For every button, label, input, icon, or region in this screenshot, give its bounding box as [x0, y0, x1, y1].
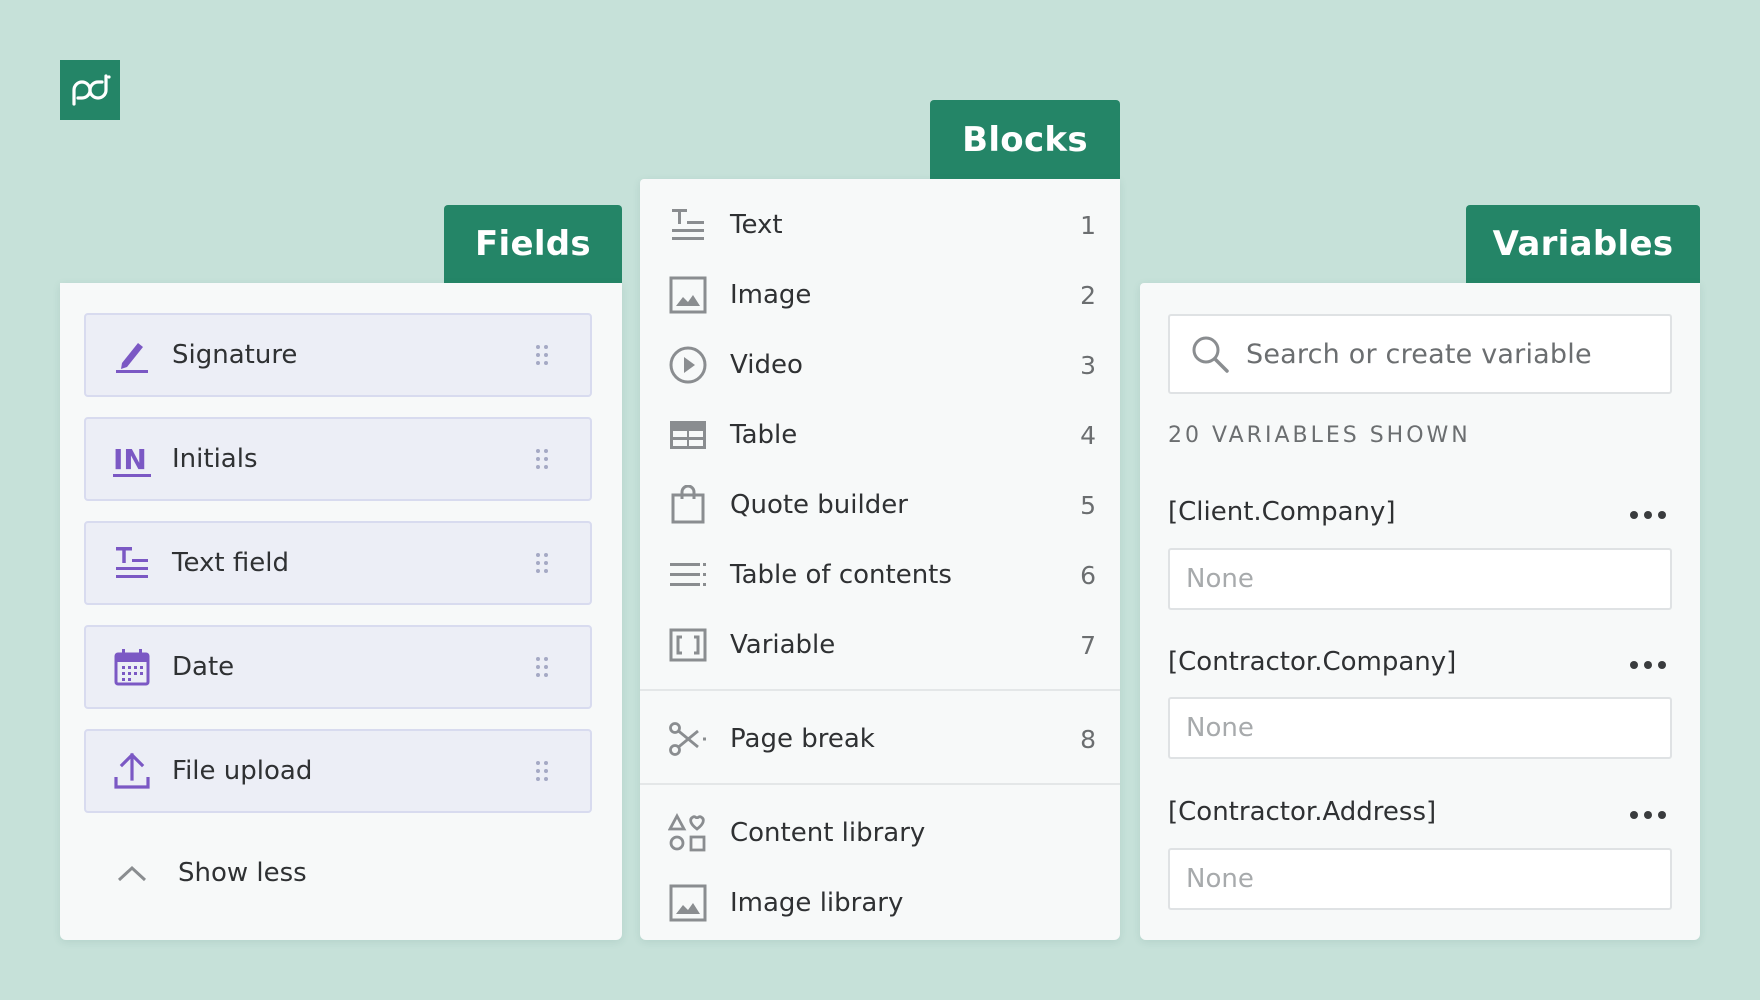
block-item-image-library[interactable]: Image library: [640, 873, 1120, 933]
shopping-bag-icon: [668, 485, 708, 525]
field-label: Text field: [172, 548, 289, 578]
fields-panel: Signature IN Initials Text field Date Fi…: [60, 283, 622, 940]
text-icon: [668, 205, 708, 245]
variables-panel: Search or create variable 20 VARIABLES S…: [1140, 283, 1700, 940]
tab-blocks-label: Blocks: [962, 119, 1088, 160]
block-shortcut: 5: [1080, 490, 1096, 520]
field-item-file-upload[interactable]: File upload: [84, 729, 592, 813]
variables-count: 20 VARIABLES SHOWN: [1168, 423, 1471, 448]
variable-value: None: [1186, 864, 1254, 894]
tab-variables[interactable]: Variables: [1466, 205, 1700, 283]
table-of-contents-icon: [668, 555, 708, 595]
upload-icon: [112, 751, 152, 791]
variable-value: None: [1186, 564, 1254, 594]
block-label: Table: [730, 420, 798, 450]
variable-value-input[interactable]: None: [1168, 848, 1672, 910]
block-item-page-break[interactable]: Page break 8: [640, 709, 1120, 769]
drag-handle-icon[interactable]: [534, 759, 550, 783]
block-shortcut: 8: [1080, 724, 1096, 754]
block-label: Image library: [730, 888, 904, 918]
block-item-text[interactable]: Text 1: [640, 195, 1120, 255]
block-label: Page break: [730, 724, 875, 754]
divider: [640, 689, 1120, 691]
svg-text:IN: IN: [113, 443, 147, 476]
block-label: Quote builder: [730, 490, 908, 520]
scissors-icon: [668, 719, 708, 759]
field-item-signature[interactable]: Signature: [84, 313, 592, 397]
block-label: Content library: [730, 818, 926, 848]
block-shortcut: 4: [1080, 420, 1096, 450]
signature-pen-icon: [112, 335, 152, 375]
variable-name: [Contractor.Company]: [1168, 647, 1457, 677]
chevron-up-icon: [117, 865, 147, 882]
block-shortcut: 3: [1080, 350, 1096, 380]
drag-handle-icon[interactable]: [534, 551, 550, 575]
variable-name: [Client.Company]: [1168, 497, 1396, 527]
table-icon: [668, 415, 708, 455]
block-shortcut: 1: [1080, 210, 1096, 240]
variable-name: [Contractor.Address]: [1168, 797, 1437, 827]
pandadoc-logo-icon: [72, 74, 111, 106]
text-field-icon: [112, 543, 152, 583]
block-label: Image: [730, 280, 812, 310]
tab-fields[interactable]: Fields: [444, 205, 622, 283]
field-label: Date: [172, 652, 235, 682]
block-item-video[interactable]: Video 3: [640, 335, 1120, 395]
tab-fields-label: Fields: [475, 224, 591, 264]
block-label: Text: [730, 210, 783, 240]
calendar-icon: [112, 647, 152, 687]
image-icon: [668, 275, 708, 315]
variable-value-input[interactable]: None: [1168, 697, 1672, 759]
block-shortcut: 7: [1080, 630, 1096, 660]
block-label: Table of contents: [730, 560, 952, 590]
block-item-quote-builder[interactable]: Quote builder 5: [640, 475, 1120, 535]
tab-variables-label: Variables: [1492, 224, 1674, 264]
field-label: Signature: [172, 340, 298, 370]
block-item-table[interactable]: Table 4: [640, 405, 1120, 465]
shapes-icon: [668, 813, 708, 853]
more-options-icon[interactable]: [1630, 505, 1666, 525]
block-item-content-library[interactable]: Content library: [640, 803, 1120, 863]
search-icon: [1192, 336, 1229, 373]
image-library-icon: [668, 883, 708, 923]
variable-value: None: [1186, 713, 1254, 743]
show-less-button[interactable]: Show less: [116, 853, 307, 893]
block-shortcut: 6: [1080, 560, 1096, 590]
divider: [640, 783, 1120, 785]
variable-value-input[interactable]: None: [1168, 548, 1672, 610]
tab-blocks[interactable]: Blocks: [930, 100, 1120, 179]
field-item-date[interactable]: Date: [84, 625, 592, 709]
video-play-icon: [668, 345, 708, 385]
block-label: Variable: [730, 630, 836, 660]
field-item-initials[interactable]: IN Initials: [84, 417, 592, 501]
block-shortcut: 2: [1080, 280, 1096, 310]
blocks-panel: Text 1 Image 2 Video 3 Table 4 Quote bui…: [640, 179, 1120, 940]
block-label: Video: [730, 350, 803, 380]
search-placeholder: Search or create variable: [1246, 338, 1592, 370]
drag-handle-icon[interactable]: [534, 655, 550, 679]
brand-logo: [60, 60, 120, 120]
show-less-label: Show less: [178, 858, 307, 888]
variable-brackets-icon: [668, 625, 708, 665]
block-item-table-of-contents[interactable]: Table of contents 6: [640, 545, 1120, 605]
drag-handle-icon[interactable]: [534, 447, 550, 471]
more-options-icon[interactable]: [1630, 805, 1666, 825]
more-options-icon[interactable]: [1630, 655, 1666, 675]
field-item-text-field[interactable]: Text field: [84, 521, 592, 605]
field-label: Initials: [172, 444, 258, 474]
variable-search-input[interactable]: Search or create variable: [1168, 314, 1672, 394]
field-label: File upload: [172, 756, 313, 786]
block-item-variable[interactable]: Variable 7: [640, 615, 1120, 675]
initials-icon: IN: [112, 439, 152, 479]
drag-handle-icon[interactable]: [534, 343, 550, 367]
block-item-image[interactable]: Image 2: [640, 265, 1120, 325]
